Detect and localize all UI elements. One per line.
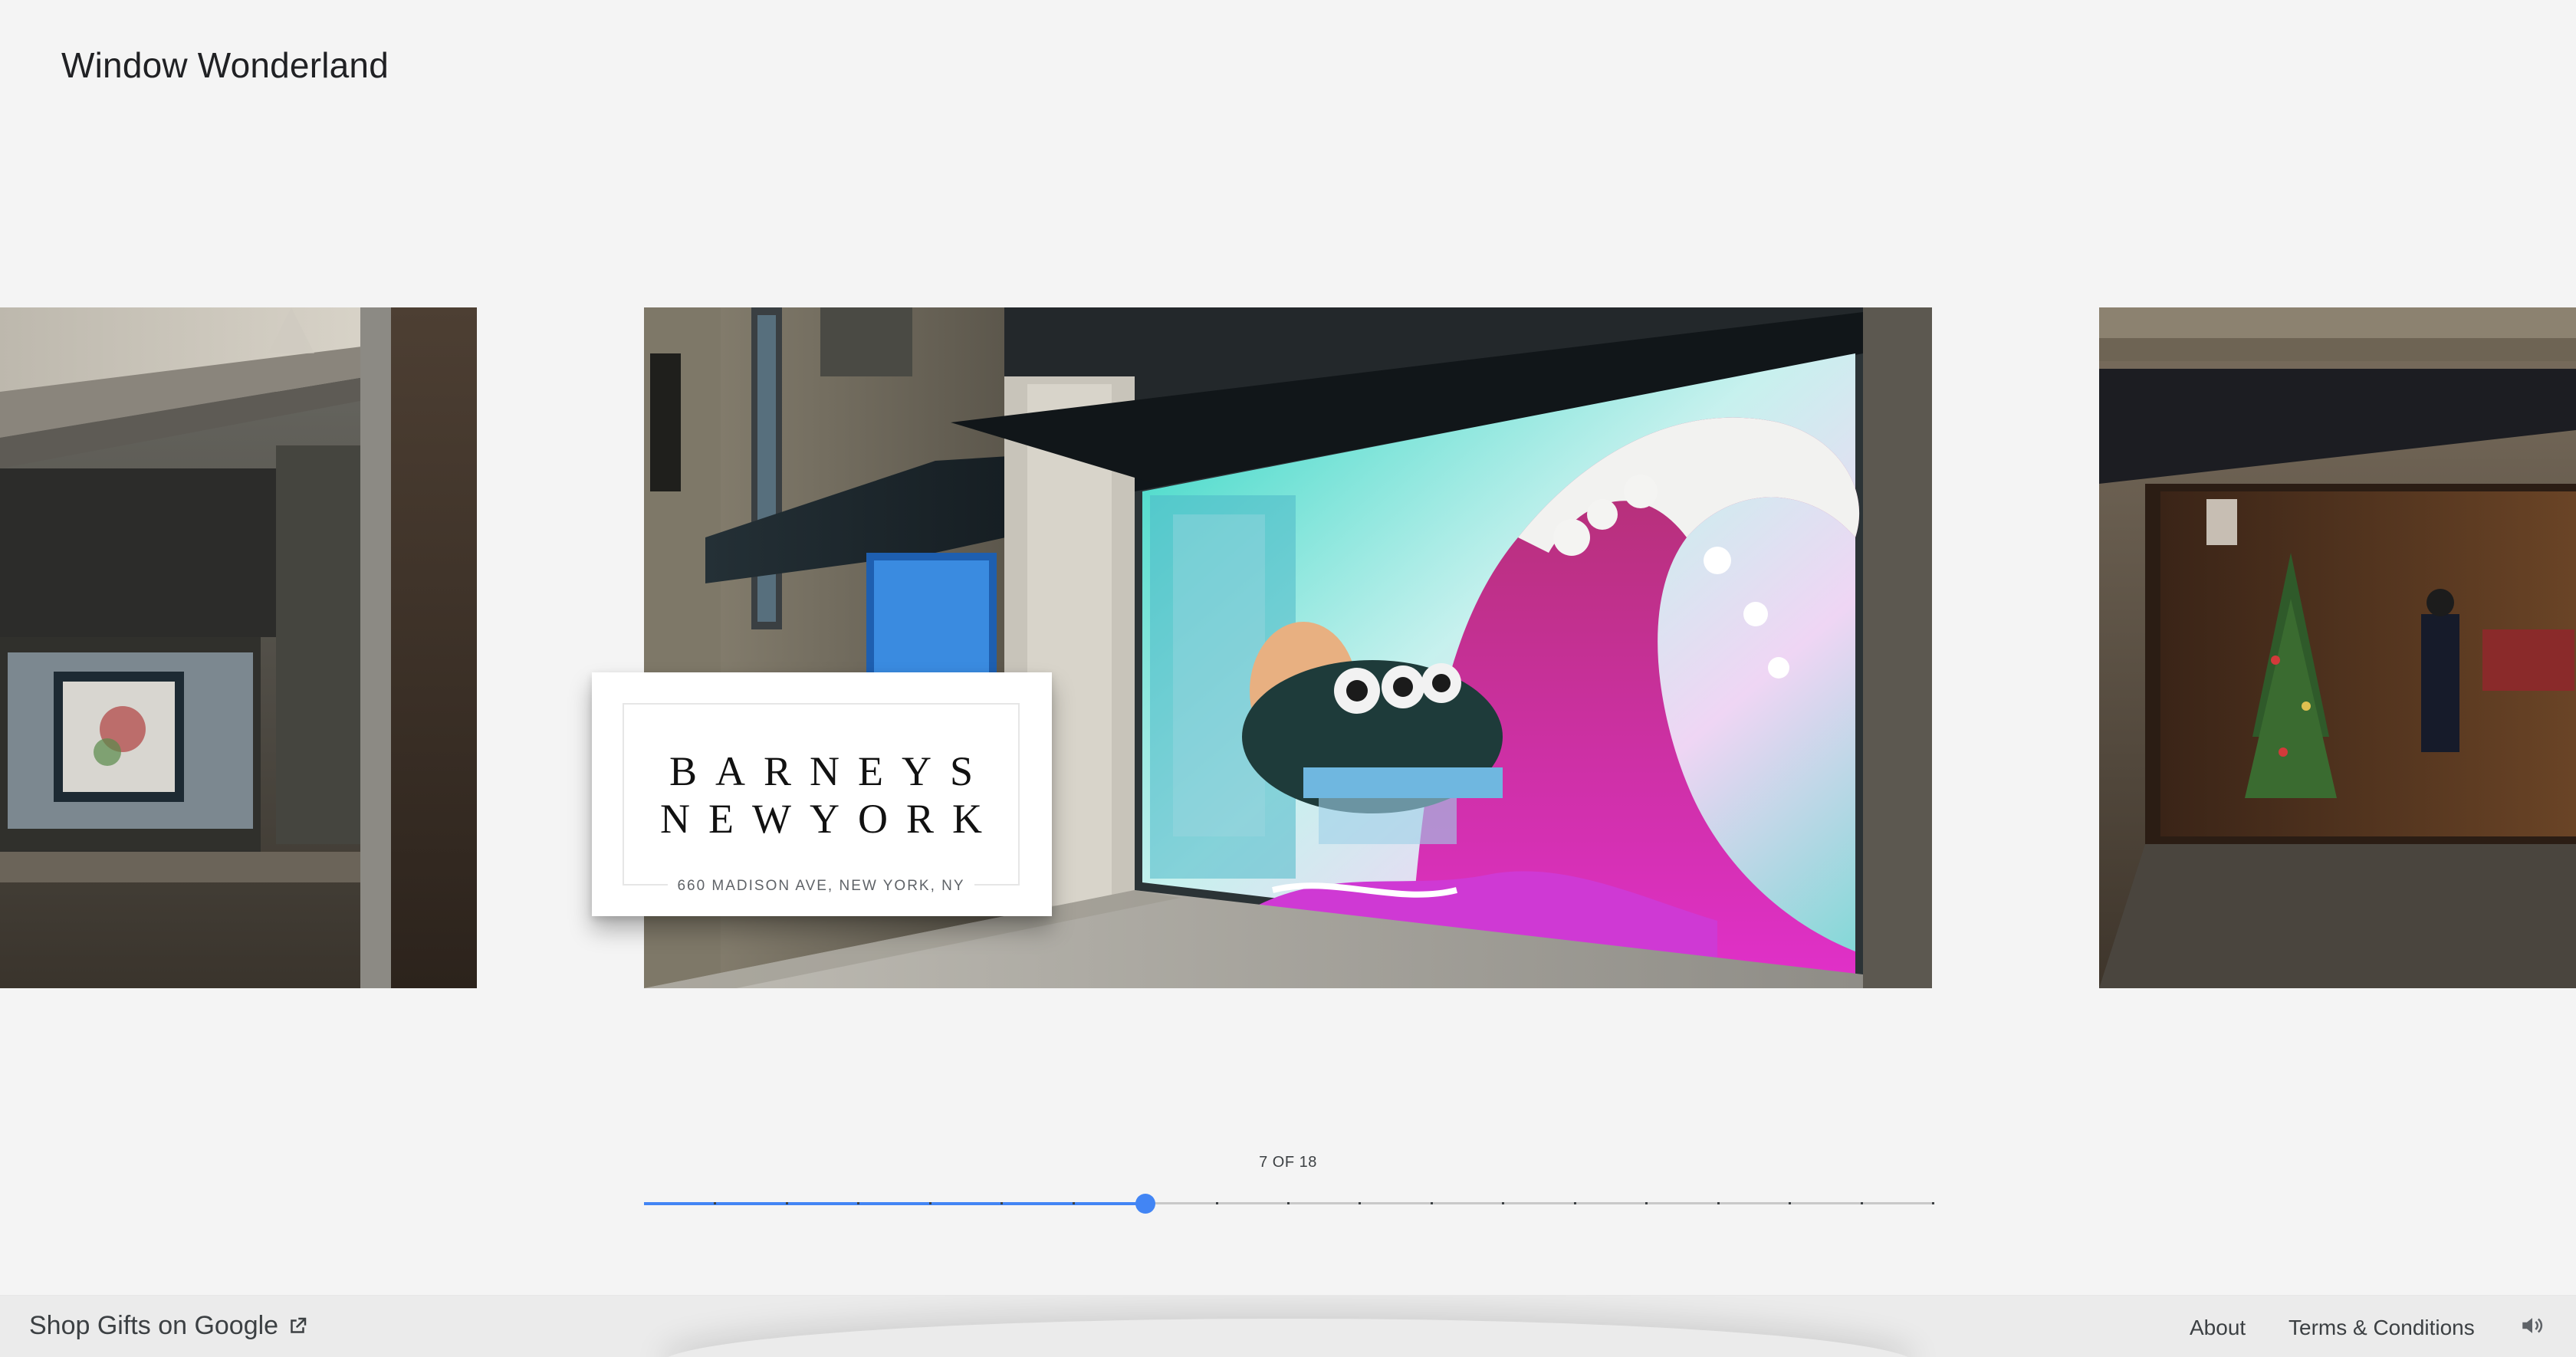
slider-tick [1216,1202,1218,1204]
slider-tick [1001,1202,1003,1204]
slider-tick [714,1202,716,1204]
slider-tick [1861,1202,1863,1204]
slider-tick [786,1202,788,1204]
slider-tick [1932,1202,1934,1204]
about-link[interactable]: About [2190,1316,2246,1340]
footer-shadow [659,1319,1917,1357]
slider-tick [1287,1202,1290,1204]
store-card-frame: BARNEYS NEWYORK 660 MADISON AVE, NEW YOR… [623,703,1020,894]
shop-gifts-link[interactable]: Shop Gifts on Google [29,1311,309,1341]
slider-progress [644,1202,1145,1205]
store-info-card[interactable]: BARNEYS NEWYORK 660 MADISON AVE, NEW YOR… [592,672,1052,916]
previous-window-photo[interactable] [0,307,477,988]
external-link-icon [291,1317,307,1333]
shop-gifts-label: Shop Gifts on Google [29,1311,279,1340]
store-logo-line2: NEWYORK [660,796,1001,842]
store-address: 660 MADISON AVE, NEW YORK, NY [668,878,974,894]
store-address-row: 660 MADISON AVE, NEW YORK, NY [624,878,1018,895]
slider-tick [1574,1202,1576,1204]
previous-window-image [0,307,477,988]
window-position-slider[interactable] [644,1194,1934,1214]
footer-bar: Shop Gifts on Google About Terms & Condi… [0,1296,2576,1357]
slider-tick [1073,1202,1075,1204]
slider-tick [1717,1202,1720,1204]
window-wonderland-page: Window Wonderland BARNEYS NEWYORK 660 MA… [0,0,2576,1357]
window-counter: 7 OF 18 [1259,1154,1317,1171]
slider-tick [857,1202,859,1204]
slider-tick [1431,1202,1433,1204]
slider-thumb[interactable] [1135,1194,1155,1214]
slider-tick [929,1202,932,1204]
next-window-photo[interactable] [2099,307,2576,988]
slider-tick [1502,1202,1504,1204]
terms-link[interactable]: Terms & Conditions [2288,1316,2475,1340]
slider-tick [1359,1202,1361,1204]
slider-tick [1789,1202,1791,1204]
slider-tick [1645,1202,1648,1204]
store-logo-line1: BARNEYS [669,748,992,794]
speaker-icon[interactable] [2519,1313,2545,1339]
next-window-image [2099,307,2576,988]
store-logo: BARNEYS NEWYORK [624,748,1018,843]
